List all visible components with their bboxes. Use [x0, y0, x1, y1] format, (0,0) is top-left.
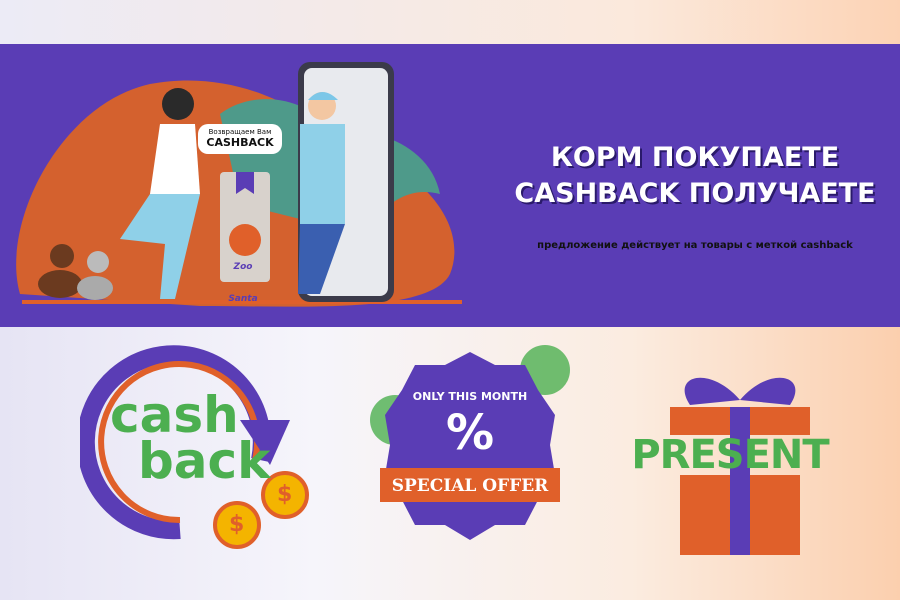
headline-line2: CASHBACK ПОЛУЧАЕТЕ: [514, 178, 876, 209]
subtitle: предложение действует на товары с меткой…: [537, 240, 853, 251]
banner-illustration: [16, 62, 462, 307]
top-strip: [0, 0, 900, 44]
offer-ribbon-text: SPECIAL OFFER: [391, 476, 549, 496]
bubble-small-text: Возвращаем Вам: [208, 128, 272, 136]
bag-brand: Zoo Santa: [226, 262, 260, 304]
cashback-label: cash back: [110, 390, 271, 490]
bag-brand-line1: Zoo: [233, 262, 253, 272]
coin-symbol: $: [229, 512, 245, 537]
bag-brand-line2: Santa: [228, 294, 258, 304]
cashback-speech-bubble: Возвращаем Вам CASHBACK: [198, 124, 282, 154]
headline: КОРМ ПОКУПАЕТЕ CASHBACK ПОЛУЧАЕТЕ: [500, 140, 890, 212]
headline-line1: КОРМ ПОКУПАЕТЕ: [550, 142, 840, 173]
present-label: PRESENT: [631, 432, 829, 478]
promo-banner: Возвращаем Вам CASHBACK Zoo Santa КОРМ П…: [0, 44, 900, 327]
cashback-line2: back: [138, 432, 271, 490]
percent-icon: %: [445, 405, 495, 461]
coin-symbol: $: [277, 482, 293, 507]
bubble-big-text: CASHBACK: [206, 136, 274, 149]
offer-top-text: ONLY THIS MONTH: [412, 390, 528, 403]
